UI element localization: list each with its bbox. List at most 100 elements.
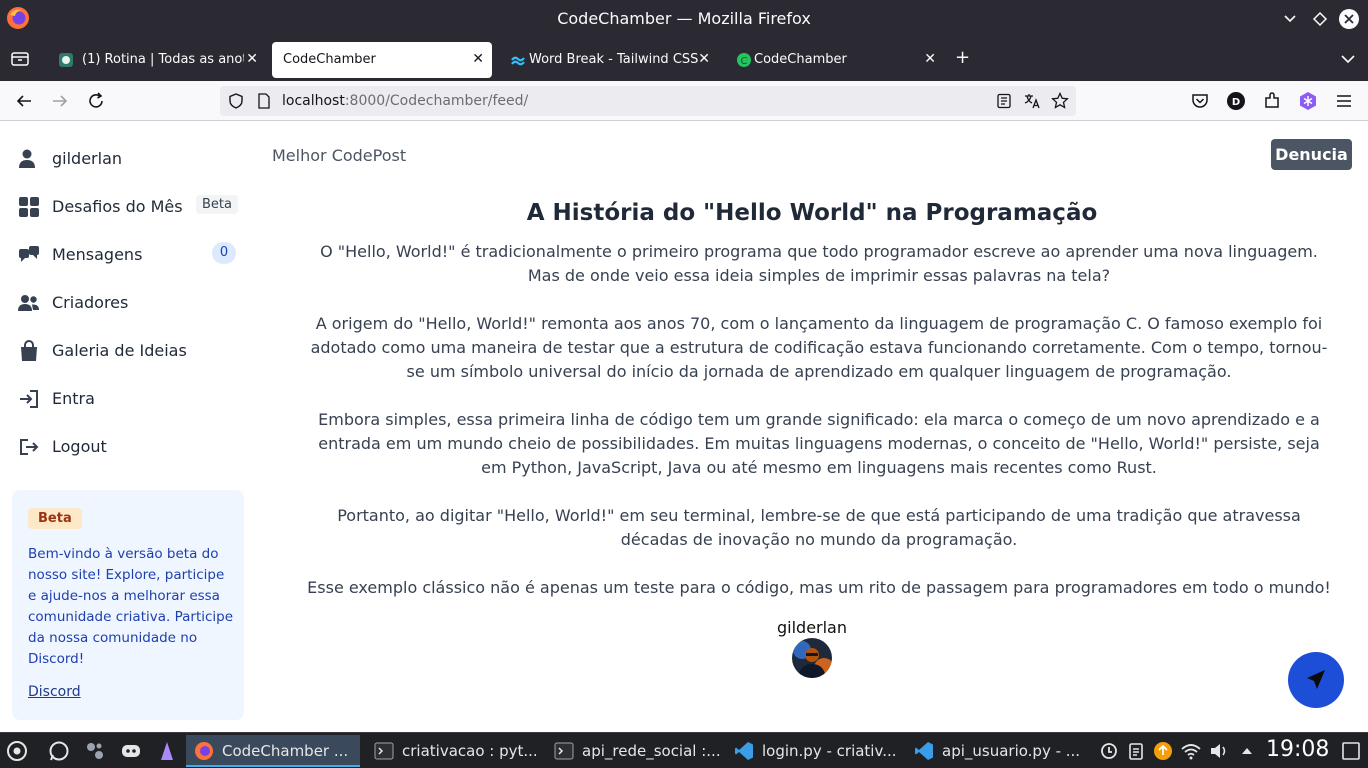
clipboard-icon[interactable] bbox=[1125, 740, 1147, 762]
tab-list-icon[interactable] bbox=[10, 49, 30, 74]
send-icon bbox=[1307, 670, 1325, 689]
sidebar-item-label: Logout bbox=[52, 437, 107, 456]
close-tab-icon[interactable]: ✕ bbox=[924, 50, 936, 68]
tab-overflow-icon[interactable] bbox=[1338, 49, 1358, 74]
sidebar-item-messages[interactable]: Mensagens 0 bbox=[18, 240, 238, 270]
sidebar: gilderlan Desafios do Mês Beta Mensagens… bbox=[0, 122, 256, 730]
firefox-icon bbox=[195, 742, 213, 760]
settings-app-icon[interactable] bbox=[84, 740, 106, 762]
message-count-badge: 0 bbox=[212, 242, 236, 264]
discord-icon[interactable] bbox=[120, 740, 142, 762]
sidebar-item-logout[interactable]: Logout bbox=[18, 432, 238, 462]
tab-label: CodeChamber bbox=[283, 52, 376, 67]
tailwind-icon bbox=[511, 56, 525, 66]
app-launcher-icon[interactable] bbox=[6, 740, 28, 762]
reader-view-icon[interactable] bbox=[996, 93, 1012, 109]
window-titlebar: CodeChamber — Mozilla Firefox bbox=[0, 0, 1368, 38]
report-button[interactable]: Denucia bbox=[1271, 139, 1352, 170]
task-vscode-2[interactable]: api_usuario.py - ... bbox=[906, 735, 1084, 767]
sidebar-item-label: Criadores bbox=[52, 293, 129, 312]
network-manager-icon[interactable] bbox=[1098, 740, 1120, 762]
terminal-icon bbox=[374, 742, 394, 760]
minimize-icon[interactable] bbox=[1279, 8, 1301, 30]
post-title: A História do "Hello World" na Programaç… bbox=[526, 200, 1098, 226]
sidebar-item-gallery[interactable]: Galeria de Ideias bbox=[18, 336, 238, 366]
translate-icon[interactable] bbox=[1023, 92, 1041, 110]
sidebar-item-profile[interactable]: gilderlan bbox=[18, 144, 238, 174]
shield-icon[interactable] bbox=[228, 93, 244, 109]
sidebar-item-label: Entra bbox=[52, 389, 95, 408]
back-icon[interactable] bbox=[13, 90, 35, 112]
svg-text:C: C bbox=[741, 56, 748, 67]
extensions-icon[interactable] bbox=[1261, 90, 1283, 112]
close-window-icon[interactable] bbox=[1338, 8, 1360, 30]
sidebar-item-creators[interactable]: Criadores bbox=[18, 288, 238, 318]
beta-badge: Beta bbox=[196, 195, 238, 214]
show-desktop-icon[interactable] bbox=[1340, 740, 1362, 762]
post-paragraph: Esse exemplo clássico não é apenas um te… bbox=[307, 578, 1331, 597]
account-icon[interactable]: D bbox=[1225, 90, 1247, 112]
svg-text:D: D bbox=[1232, 97, 1240, 108]
discord-link[interactable]: Discord bbox=[28, 684, 81, 700]
reload-icon[interactable] bbox=[85, 90, 107, 112]
sidebar-item-label: gilderlan bbox=[52, 149, 123, 168]
proton-icon[interactable] bbox=[156, 740, 178, 762]
extension-icon[interactable] bbox=[1297, 90, 1319, 112]
close-tab-icon[interactable]: ✕ bbox=[472, 50, 484, 68]
post-paragraph: A origem do "Hello, World!" remonta aos … bbox=[310, 314, 1328, 381]
sidebar-item-challenges[interactable]: Desafios do Mês Beta bbox=[18, 192, 238, 222]
codechamber-icon: C bbox=[737, 53, 751, 67]
volume-icon[interactable] bbox=[1208, 740, 1230, 762]
users-icon bbox=[18, 295, 39, 311]
tab-codechamber-active[interactable]: CodeChamber ✕ bbox=[272, 42, 492, 78]
close-tab-icon[interactable]: ✕ bbox=[246, 50, 258, 68]
notion-icon bbox=[59, 53, 73, 67]
logout-icon bbox=[20, 439, 39, 455]
post-paragraph: Portanto, ao digitar "Hello, World!" em … bbox=[337, 506, 1301, 549]
post-paragraph: Embora simples, essa primeira linha de c… bbox=[318, 410, 1320, 477]
task-terminal-1[interactable]: criativacao : pyt... bbox=[366, 735, 544, 767]
maximize-icon[interactable] bbox=[1309, 8, 1331, 30]
user-icon bbox=[19, 149, 35, 168]
task-label: api_rede_social :... bbox=[582, 742, 721, 760]
tab-rotina[interactable]: (1) Rotina | Todas as anotá ✕ bbox=[46, 42, 266, 78]
beta-badge: Beta bbox=[28, 508, 82, 529]
sidebar-item-login[interactable]: Entra bbox=[18, 384, 238, 414]
menu-icon[interactable] bbox=[1333, 90, 1355, 112]
post-paragraph: O "Hello, World!" é tradicionalmente o p… bbox=[320, 242, 1318, 285]
tab-codechamber-2[interactable]: C CodeChamber ✕ bbox=[724, 42, 944, 78]
vscode-icon bbox=[915, 742, 933, 760]
avatar[interactable] bbox=[792, 638, 832, 678]
bookmark-star-icon[interactable] bbox=[1051, 92, 1069, 110]
whatsapp-icon[interactable] bbox=[48, 740, 70, 762]
wifi-icon[interactable] bbox=[1180, 740, 1202, 762]
sidebar-item-label: Galeria de Ideias bbox=[52, 341, 187, 360]
forward-icon[interactable] bbox=[49, 90, 71, 112]
sidebar-item-label: Desafios do Mês bbox=[52, 197, 183, 216]
bag-icon bbox=[21, 340, 37, 361]
clock[interactable]: 19:08 bbox=[1266, 737, 1329, 762]
beta-card: Beta Bem-vindo à versão beta do nosso si… bbox=[12, 490, 244, 720]
window-title: CodeChamber — Mozilla Firefox bbox=[557, 9, 811, 28]
author-name[interactable]: gilderlan bbox=[256, 618, 1368, 637]
tab-word-break[interactable]: Word Break - Tailwind CSS ✕ bbox=[498, 42, 718, 78]
taskbar: CodeChamber ... criativacao : pyt... api… bbox=[0, 732, 1368, 768]
login-icon bbox=[20, 390, 38, 408]
task-vscode-1[interactable]: login.py - criativ... bbox=[726, 735, 904, 767]
url-bar[interactable]: localhost:8000/Codechamber/feed/ bbox=[220, 86, 1076, 116]
tray-expand-icon[interactable] bbox=[1236, 740, 1258, 762]
tab-label: Word Break - Tailwind CSS bbox=[529, 52, 699, 67]
url-text[interactable]: localhost:8000/Codechamber/feed/ bbox=[282, 93, 528, 109]
update-icon[interactable] bbox=[1152, 740, 1174, 762]
send-button[interactable] bbox=[1288, 652, 1344, 708]
pocket-icon[interactable] bbox=[1189, 90, 1211, 112]
page-icon[interactable] bbox=[256, 93, 272, 109]
task-label: CodeChamber ... bbox=[222, 742, 349, 760]
vscode-icon bbox=[735, 742, 753, 760]
close-tab-icon[interactable]: ✕ bbox=[698, 50, 710, 68]
tab-label: CodeChamber bbox=[754, 52, 847, 67]
page-heading: Melhor CodePost bbox=[272, 146, 407, 165]
task-firefox[interactable]: CodeChamber ... bbox=[186, 735, 360, 767]
task-terminal-2[interactable]: api_rede_social :... bbox=[546, 735, 724, 767]
new-tab-icon[interactable]: + bbox=[955, 47, 970, 68]
